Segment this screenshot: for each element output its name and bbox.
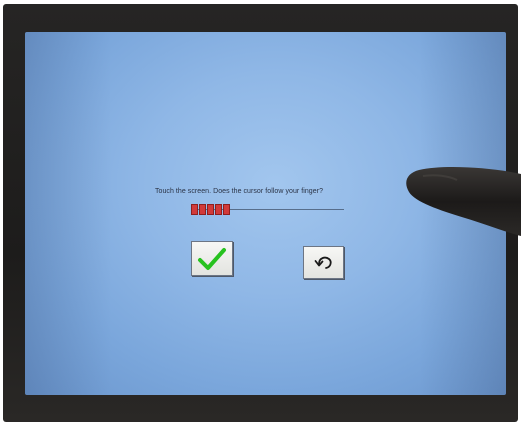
undo-arrow-icon — [314, 256, 332, 269]
undo-button[interactable] — [303, 246, 344, 279]
calibration-prompt: Touch the screen. Does the cursor follow… — [155, 188, 324, 195]
touchscreen-display[interactable]: Touch the screen. Does the cursor follow… — [25, 32, 506, 395]
progress-segment — [215, 204, 222, 215]
photo-frame: Touch the screen. Does the cursor follow… — [0, 0, 521, 425]
checkmark-icon — [198, 247, 226, 270]
accept-button[interactable] — [191, 241, 233, 276]
calibration-progress-bar — [191, 204, 230, 215]
progress-segment — [223, 204, 230, 215]
progress-segment — [207, 204, 214, 215]
screen-shading — [25, 32, 506, 395]
progress-segment — [199, 204, 206, 215]
progress-segment — [191, 204, 198, 215]
